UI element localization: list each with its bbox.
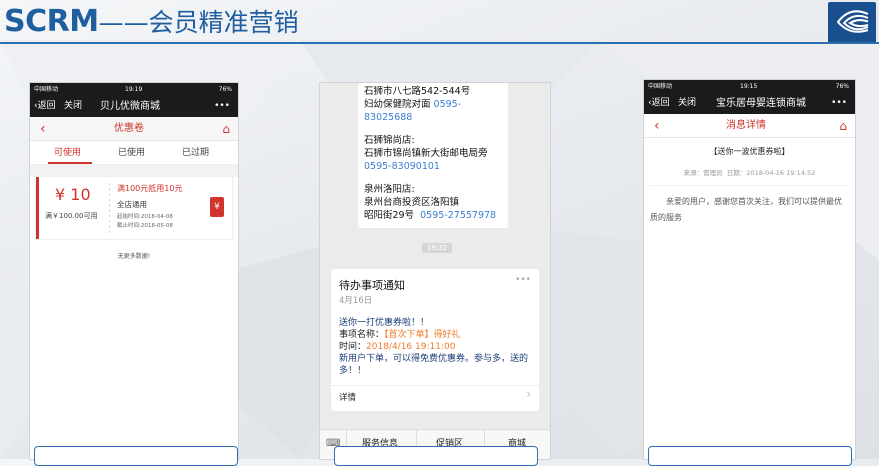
title-subtitle: 会员精准营销 xyxy=(148,8,299,37)
status-bar: 中国移动 19:19 76% xyxy=(30,83,238,96)
battery-text: 76% xyxy=(835,83,849,90)
notice-date: 4月16日 xyxy=(339,296,373,306)
store3-phone[interactable]: 0595-27557978 xyxy=(420,210,496,221)
logo-arcs-icon xyxy=(836,10,869,33)
todo-notice-card[interactable]: 待办事项通知 ••• 4月16日 送你一打优惠券啦！！ 事项名称：【首次下单】得… xyxy=(331,269,539,411)
caption-box-1 xyxy=(34,446,238,466)
notice-detail-link[interactable]: 详情 xyxy=(339,391,356,403)
coupon-scope: 全店通用 xyxy=(117,200,147,209)
message-header: ‹ 消息详情 ⌂ xyxy=(644,114,855,138)
coupon-header: ‹ 优惠卷 ⌂ xyxy=(30,117,238,141)
carrier-text: 中国移动 xyxy=(648,83,673,90)
clock-text: 19:19 xyxy=(125,86,143,93)
nav-bar: ‹返回 关闭 宝乐居母婴连锁商城 ••• xyxy=(644,93,855,114)
page-title: SCRM——会员精准营销 xyxy=(4,4,299,40)
back-button[interactable]: ‹返回 xyxy=(34,96,56,117)
back-arrow-icon[interactable]: ‹ xyxy=(40,117,46,141)
coupon-start: 起始时间:2018-04-08 xyxy=(117,214,173,220)
chat-timestamp: 19:32 xyxy=(422,243,453,253)
notice-desc: 新用户下单，可以得免费优惠券。参与多，送的多！！ xyxy=(339,354,529,376)
back-label: 返回 xyxy=(37,101,56,111)
store1-phone-b[interactable]: 83025688 xyxy=(364,111,502,124)
home-icon[interactable]: ⌂ xyxy=(222,117,230,141)
company-logo xyxy=(828,2,876,44)
home-icon[interactable]: ⌂ xyxy=(839,114,847,138)
notice-line1: 送你一打优惠券啦！！ xyxy=(339,318,430,328)
carrier-text: 中国移动 xyxy=(34,86,59,93)
article-body: 亲爱的用户，感谢您首次关注，我们可以提供最优质的服务 xyxy=(650,197,842,222)
notice-time-value: 2018/4/16 19:11:00 xyxy=(366,342,456,352)
article-source: 来源：管理员 xyxy=(683,169,723,177)
phone-chat-screen: 石狮市八七路542-544号 妇幼保健院对面 0595- 83025688 石狮… xyxy=(320,83,550,459)
store3-addr2: 昭阳街29号 xyxy=(364,210,415,221)
coupon-card[interactable]: ¥ 10 满￥100.00可用 满100元抵用10元 全店通用 起始时间:201… xyxy=(36,177,232,239)
close-button[interactable]: 关闭 xyxy=(678,93,696,114)
message-title: 消息详情 xyxy=(726,120,766,131)
coupon-condition: 满￥100.00可用 xyxy=(45,212,98,220)
coupon-end: 截止时间:2018-05-08 xyxy=(117,223,173,229)
store2-name: 石狮锦尚店: xyxy=(364,135,415,146)
notice-body: 送你一打优惠券啦！！ 事项名称：【首次下单】得好礼 时间：2018/4/16 1… xyxy=(339,317,533,377)
notice-item-label: 事项名称： xyxy=(339,330,385,340)
chevron-right-icon: › xyxy=(526,387,531,401)
more-menu-button[interactable]: ••• xyxy=(831,93,847,114)
nav-bar: ‹返回 关闭 贝儿优微商城 ••• xyxy=(30,96,238,117)
caption-box-3 xyxy=(648,446,852,466)
notice-more-button[interactable]: ••• xyxy=(515,275,531,285)
coupon-tabs: 可使用 已使用 已过期 xyxy=(30,141,238,165)
tab-used[interactable]: 已使用 xyxy=(118,141,145,165)
article-date: 日期：2018-04-16 19:14:52 xyxy=(726,169,816,177)
back-arrow-icon[interactable]: ‹ xyxy=(654,114,660,138)
title-dash: —— xyxy=(98,8,149,37)
brand-text: SCRM xyxy=(4,4,99,39)
coupon-title: 优惠卷 xyxy=(114,123,144,134)
active-tab-indicator xyxy=(48,162,92,164)
notice-item-value: 【首次下单】得好礼 xyxy=(384,330,461,340)
nav-title: 贝儿优微商城 xyxy=(100,101,160,112)
store1-addr: 石狮市八七路542-544号 xyxy=(364,86,471,97)
notice-time-label: 时间： xyxy=(339,342,367,352)
back-label: 返回 xyxy=(651,98,670,108)
nav-title: 宝乐居母婴连锁商城 xyxy=(716,98,806,109)
store3-addr: 泉州台商投资区洛阳镇 xyxy=(364,197,460,208)
store2-addr: 石狮市锦尚镇新大街邮电局旁 xyxy=(364,148,488,159)
chat-bubble-stores: 石狮市八七路542-544号 妇幼保健院对面 0595- 83025688 石狮… xyxy=(358,83,508,228)
phone-message-screen: 中国移动 19:15 76% ‹返回 关闭 宝乐居母婴连锁商城 ••• ‹ 消息… xyxy=(644,80,855,459)
store3-name: 泉州洛阳店: xyxy=(364,184,415,195)
caption-box-2 xyxy=(334,446,538,466)
phone-coupon-screen: 中国移动 19:19 76% ‹返回 关闭 贝儿优微商城 ••• ‹ 优惠卷 ⌂… xyxy=(30,83,238,459)
top-banner: SCRM——会员精准营销 xyxy=(0,0,879,44)
clock-text: 19:15 xyxy=(740,83,758,90)
more-menu-button[interactable]: ••• xyxy=(214,96,230,117)
empty-text: 无更多数据! xyxy=(117,253,151,260)
status-bar: 中国移动 19:15 76% xyxy=(644,80,855,93)
tab-expired[interactable]: 已过期 xyxy=(182,141,209,165)
back-button[interactable]: ‹返回 xyxy=(648,93,670,114)
article-title: 【送你一波优惠券啦】 xyxy=(709,147,790,156)
header-divider xyxy=(0,42,879,44)
coupon-amount: ¥ 10 xyxy=(55,185,91,204)
battery-text: 76% xyxy=(218,86,232,93)
red-envelope-icon: ¥ xyxy=(210,197,224,217)
close-button[interactable]: 关闭 xyxy=(64,96,82,117)
coupon-headline: 满100元抵用10元 xyxy=(117,184,183,193)
notice-title: 待办事项通知 xyxy=(339,279,405,292)
store1-phone[interactable]: 0595- xyxy=(434,99,462,110)
store2-phone[interactable]: 0595-83090101 xyxy=(364,160,502,173)
store1-note: 妇幼保健院对面 xyxy=(364,99,431,110)
article-meta: 来源：管理员 日期：2018-04-16 19:14:52 xyxy=(644,167,855,177)
